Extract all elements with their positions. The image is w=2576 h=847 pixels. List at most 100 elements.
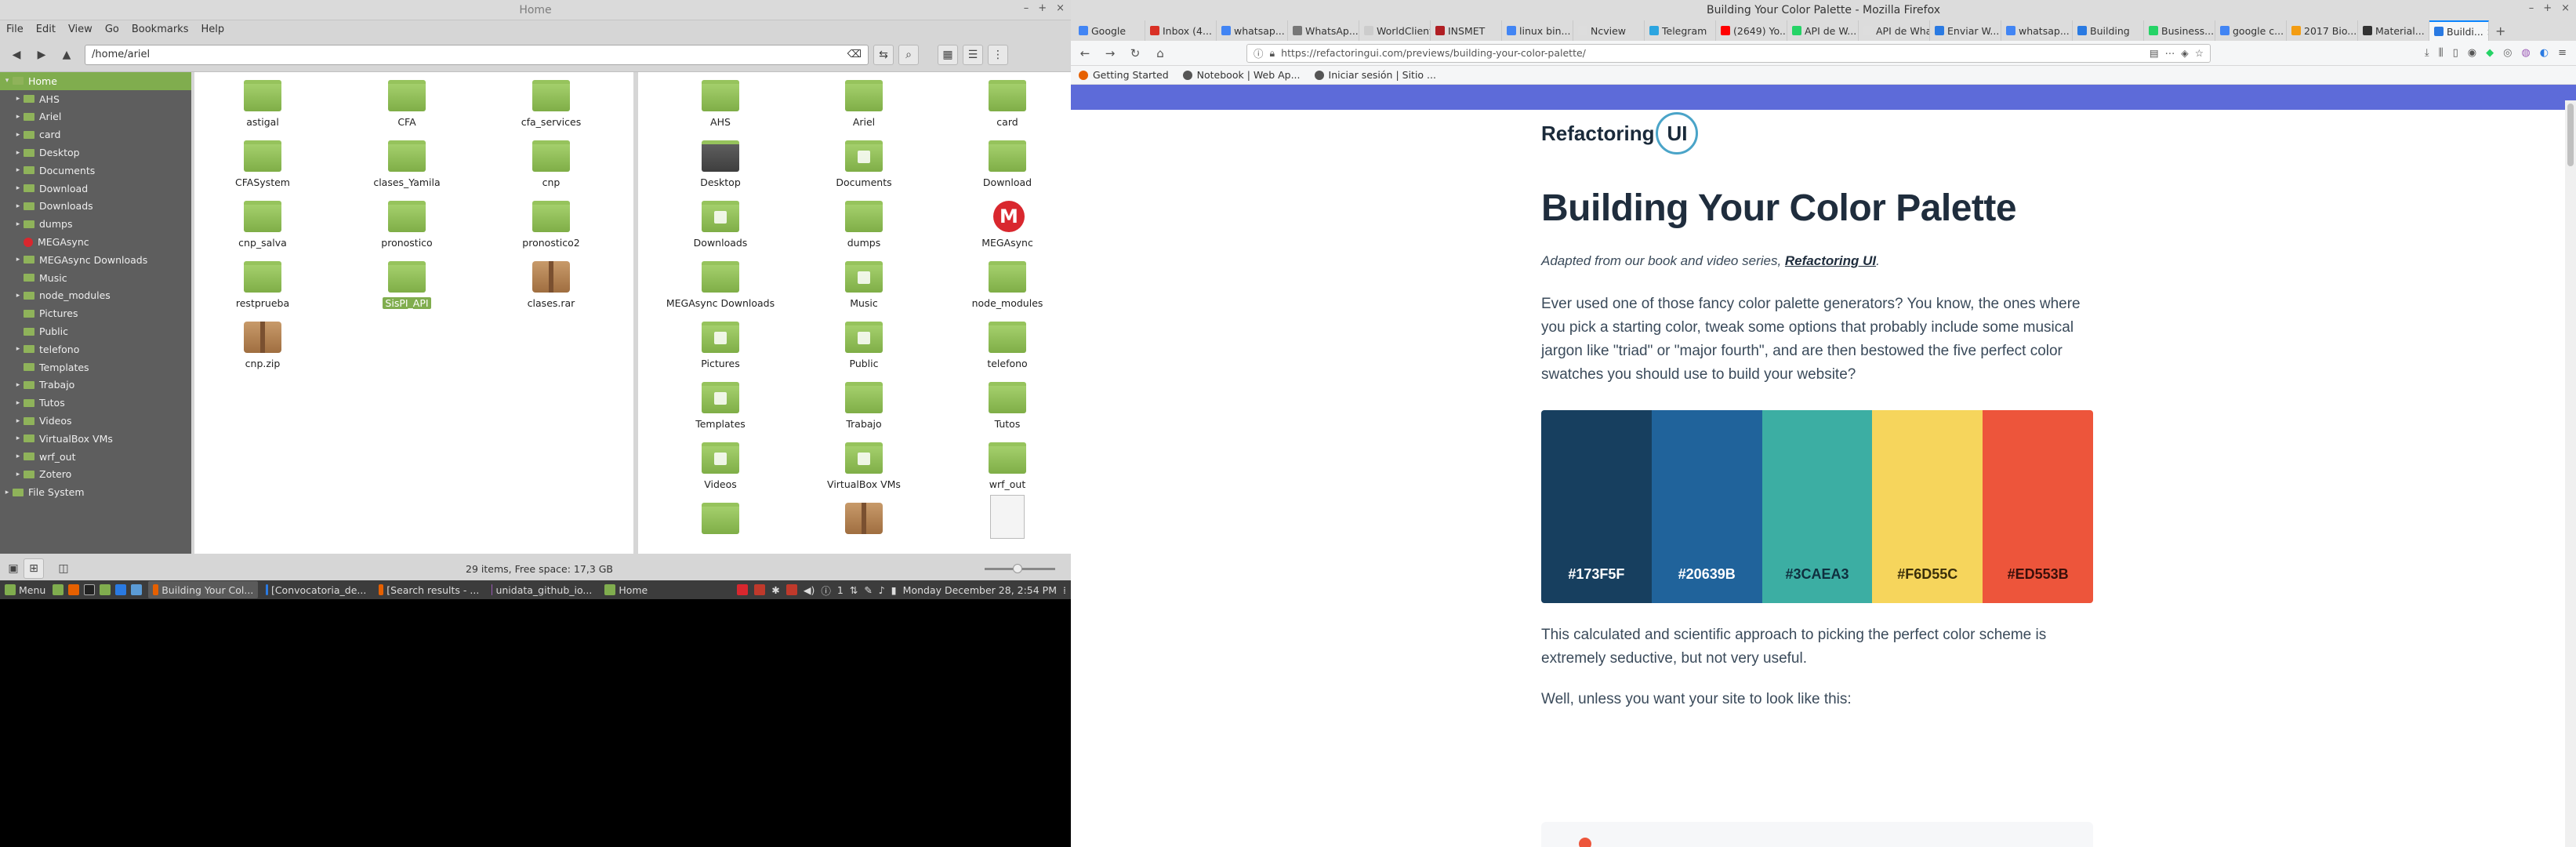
file-item[interactable]: SisPI_API [348, 253, 466, 310]
sidebar-item-templates[interactable]: Templates [0, 358, 191, 376]
url-bar[interactable]: ⓘ 🔒︎ https://refactoringui.com/previews/… [1246, 43, 2211, 63]
minimize-icon[interactable]: – [2529, 2, 2534, 14]
reader-view-icon[interactable]: ▤ [2150, 47, 2159, 59]
forward-arrow-icon[interactable]: ▶ [31, 45, 52, 65]
expander-arrow-icon[interactable]: ▸ [13, 399, 24, 407]
file-item[interactable]: wrf_out [949, 434, 1066, 491]
files-launcher-icon[interactable] [100, 584, 111, 595]
icon-view-icon[interactable]: ▦ [938, 44, 958, 65]
browser-tab[interactable]: Google [1074, 20, 1145, 41]
sidebar-item-megasync[interactable]: MEGAsync [0, 233, 191, 251]
file-item[interactable]: cnp_salva [204, 193, 321, 249]
expander-arrow-icon[interactable]: ▸ [13, 471, 24, 478]
file-item[interactable]: AHS [662, 72, 779, 129]
file-item[interactable]: Ariel [805, 72, 923, 129]
compact-view-icon[interactable]: ⋮ [988, 44, 1008, 65]
file-item[interactable]: CFA [348, 72, 466, 129]
expander-arrow-icon[interactable]: ▸ [13, 202, 24, 210]
browser-tab[interactable]: Ncview [1573, 20, 1645, 41]
pocket-icon[interactable]: ◈ [2181, 47, 2189, 59]
new-tab-icon[interactable]: + [2489, 24, 2512, 38]
site-logo[interactable]: Refactoring UI [1541, 110, 2106, 157]
app-launcher-icon[interactable] [131, 584, 143, 595]
expander-arrow-icon[interactable]: ▸ [13, 131, 24, 139]
file-item[interactable]: clases_Yamila [348, 133, 466, 189]
file-item[interactable]: cnp [492, 133, 610, 189]
file-item[interactable]: CFASystem [204, 133, 321, 189]
mega-tray-icon[interactable] [737, 584, 749, 595]
page-actions-icon[interactable]: ⋯ [2165, 47, 2175, 59]
sidebar-item-pictures[interactable]: Pictures [0, 304, 191, 322]
file-item[interactable]: VirtualBox VMs [805, 434, 923, 491]
file-item[interactable]: clases.rar [492, 253, 610, 310]
expander-arrow-icon[interactable]: ▸ [13, 256, 24, 264]
site-info-icon[interactable]: ⓘ [1254, 45, 1264, 60]
page-scrollbar-thumb[interactable] [2567, 104, 2574, 166]
expander-arrow-icon[interactable]: ▸ [13, 95, 24, 103]
close-icon[interactable]: × [2561, 2, 2570, 14]
workspace-icon[interactable]: ⁞ [1063, 584, 1066, 596]
browser-tab[interactable]: whatsap... [1217, 20, 1288, 41]
extension-icon[interactable]: ◎ [2503, 47, 2512, 59]
sidebar-item-dumps[interactable]: ▸ dumps [0, 215, 191, 233]
back-icon[interactable]: ← [1076, 46, 1094, 60]
file-item[interactable] [949, 495, 1066, 551]
browser-tab[interactable]: (2649) Yo... [1716, 20, 1787, 41]
menu-item-view[interactable]: View [68, 24, 93, 35]
browser-tab[interactable]: Business... [2144, 20, 2215, 41]
sidebar-item-zotero[interactable]: ▸ Zotero [0, 466, 191, 484]
sidebar-item-videos[interactable]: ▸ Videos [0, 412, 191, 430]
vscode-launcher-icon[interactable] [115, 584, 127, 595]
path-input[interactable]: /home/ariel ⌫ [85, 44, 869, 65]
shield-tray-icon[interactable] [754, 584, 766, 595]
clock[interactable]: Monday December 28, 2:54 PM [903, 584, 1057, 596]
menu-item-file[interactable]: File [6, 24, 24, 35]
clear-path-icon[interactable]: ⌫ [847, 49, 862, 60]
sidebar-icon[interactable]: ▯ [2453, 47, 2458, 59]
back-arrow-icon[interactable]: ◀ [6, 45, 27, 65]
file-item[interactable]: MEGAsync Downloads [662, 253, 779, 310]
sidebar-item-ahs[interactable]: ▸ AHS [0, 90, 191, 108]
file-item[interactable] [662, 495, 779, 551]
extension-icon[interactable]: ◐ [2540, 47, 2549, 59]
taskbar-window-button[interactable]: unidata_github_io... [487, 581, 597, 598]
browser-tab[interactable]: Enviar W... [1930, 20, 2001, 41]
menu-item-help[interactable]: Help [201, 24, 224, 35]
close-icon[interactable]: × [1056, 2, 1065, 14]
bookmark-item[interactable]: Notebook | Web Ap... [1182, 69, 1301, 81]
file-item[interactable]: pronostico2 [492, 193, 610, 249]
file-item[interactable]: Videos [662, 434, 779, 491]
file-item[interactable]: Music [805, 253, 923, 310]
expander-arrow-icon[interactable]: ▸ [13, 184, 24, 192]
bookmark-item[interactable]: Iniciar sesión | Sitio ... [1314, 69, 1436, 81]
file-item[interactable]: cfa_services [492, 72, 610, 129]
lock-icon[interactable]: 🔒︎ [1270, 47, 1275, 60]
bluetooth-icon[interactable]: ✱ [771, 584, 779, 596]
places-icon[interactable]: ▣ [3, 558, 24, 579]
reload-icon[interactable]: ↻ [1126, 46, 1145, 60]
show-desktop-icon[interactable] [53, 584, 64, 595]
sidebar-item-telefono[interactable]: ▸ telefono [0, 340, 191, 358]
sidebar-item-ariel[interactable]: ▸ Ariel [0, 108, 191, 126]
network-icon[interactable]: ⇅ [850, 584, 858, 596]
file-item[interactable]: Templates [662, 374, 779, 431]
browser-tab[interactable]: WorldClient [1359, 20, 1431, 41]
expander-arrow-icon[interactable]: ▸ [13, 113, 24, 121]
sidebar-item-file-system[interactable]: ▸ File System [0, 483, 191, 501]
browser-tab[interactable]: linux bin... [1502, 20, 1573, 41]
hide-sidebar-icon[interactable]: ◫ [53, 558, 74, 579]
browser-tab[interactable]: Inbox (4... [1145, 20, 1217, 41]
zoom-slider-handle[interactable] [1013, 564, 1022, 573]
terminal-launcher-icon[interactable] [84, 584, 96, 595]
sidebar-item-documents[interactable]: ▸ Documents [0, 162, 191, 180]
file-item[interactable]: pronostico [348, 193, 466, 249]
file-item[interactable]: astigal [204, 72, 321, 129]
minimize-icon[interactable]: – [1024, 2, 1029, 14]
expander-arrow-icon[interactable]: ▸ [13, 345, 24, 353]
list-view-icon[interactable]: ☰ [963, 44, 983, 65]
sidebar-item-wrf-out[interactable]: ▸ wrf_out [0, 448, 191, 466]
sidebar-item-tutos[interactable]: ▸ Tutos [0, 394, 191, 412]
browser-tab[interactable]: 2017 Bio... [2287, 20, 2358, 41]
pen-icon[interactable]: ✎ [864, 584, 872, 596]
expander-arrow-icon[interactable]: ▸ [13, 417, 24, 425]
